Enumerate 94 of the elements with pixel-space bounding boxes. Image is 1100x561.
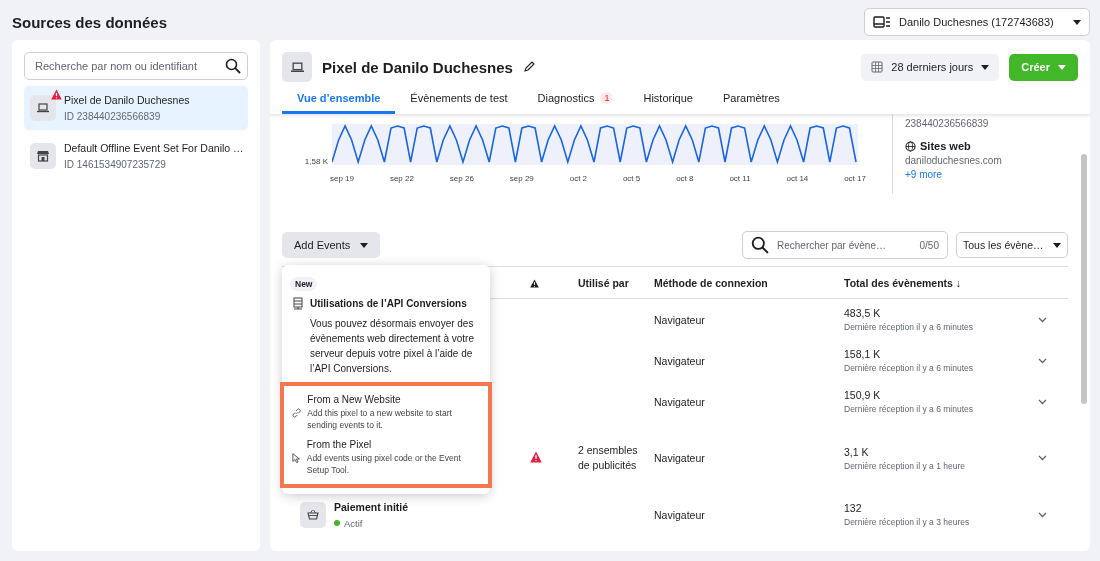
axis-label: oct 2 <box>569 174 588 183</box>
option-description: Add events using pixel code or the Event Setup Tool. <box>306 452 462 476</box>
connection-method: Navigateur <box>654 395 706 408</box>
scrollbar-thumb[interactable] <box>1081 154 1087 404</box>
calendar-icon <box>871 61 884 73</box>
connection-method: Navigateur <box>654 354 706 367</box>
connection-method: Navigateur <box>654 508 706 521</box>
last-received: Dernière réception il y a 6 minutes <box>844 404 974 414</box>
axis-label: sep 22 <box>389 174 414 183</box>
event-search-box[interactable]: Rechercher par évène… 0/50 <box>742 231 948 259</box>
link-icon <box>292 406 302 419</box>
tab[interactable]: Paramètres <box>708 86 795 114</box>
axis-label: sep 19 <box>330 174 355 183</box>
pencil-icon[interactable] <box>522 61 535 73</box>
search-icon <box>751 236 769 254</box>
laptop-icon <box>290 60 304 74</box>
caret-icon <box>981 64 990 70</box>
laptop-icon <box>37 102 49 114</box>
option-title: From the Pixel <box>306 439 373 450</box>
chevron-down-icon[interactable] <box>1038 511 1047 518</box>
axis-label: oct 14 <box>786 174 809 183</box>
source-name: Default Offline Event Set For Danilo … <box>64 142 244 154</box>
search-icon <box>225 58 241 74</box>
search-field[interactable]: Recherche par nom ou identifiant <box>33 59 225 73</box>
chevron-down-icon[interactable] <box>1038 357 1047 364</box>
warning-icon <box>530 278 539 288</box>
warning-icon <box>530 451 542 463</box>
chevron-down-icon[interactable] <box>1038 398 1047 405</box>
caret-icon <box>360 242 369 248</box>
data-source-item[interactable]: Default Offline Event Set For Danilo … ID 1461534907235729 <box>24 134 248 178</box>
character-counter: 0/50 <box>919 239 939 251</box>
account-icon <box>873 16 891 28</box>
axis-label: oct 5 <box>622 174 641 183</box>
last-received: Dernière réception il y a 3 heures <box>844 517 971 527</box>
pixel-id: 238440236566839 <box>905 118 990 129</box>
caret-icon <box>1073 19 1081 25</box>
source-name: Pixel de Danilo Duchesnes <box>64 94 190 106</box>
event-total: 3,1 K <box>844 445 870 458</box>
website-url: daniloduchesnes.com <box>905 155 1003 166</box>
used-by-text: 2 ensembles de publicités <box>578 443 638 473</box>
tab[interactable]: Historique <box>628 86 708 114</box>
source-id: ID 238440236566839 <box>64 111 162 122</box>
source-id: ID 1461534907235729 <box>64 159 167 170</box>
axis-label: oct 11 <box>729 174 751 183</box>
event-name: Paiement initié <box>334 500 409 513</box>
chevron-down-icon[interactable] <box>1038 455 1047 461</box>
tab[interactable]: Vue d’ensemble <box>282 86 396 114</box>
data-source-item[interactable]: Pixel de Danilo Duchesnes ID 238440236566839 <box>24 86 248 130</box>
new-badge: New <box>290 277 318 291</box>
tab[interactable]: Évènements de test <box>395 86 523 114</box>
event-status: Actif <box>334 517 409 529</box>
option-title: From a New Website <box>307 394 402 405</box>
storefront-icon <box>37 150 49 162</box>
event-search-field[interactable]: Rechercher par évène… <box>775 238 914 252</box>
cursor-icon <box>292 451 301 464</box>
menu-option[interactable]: From a New Website Add this pixel to a new website to start sending events to it. <box>284 390 488 435</box>
basket-icon <box>307 509 319 520</box>
event-filter-dropdown[interactable]: Tous les évène… <box>956 232 1068 258</box>
pixel-title: Pixel de Danilo Duchesnes <box>322 58 513 76</box>
page-title: Sources des données <box>12 13 168 31</box>
caret-icon <box>1053 242 1061 248</box>
websites-heading: Sites web <box>920 140 971 152</box>
connection-method: Navigateur <box>654 452 706 464</box>
option-description: Add this pixel to a new website to start sending events to it. <box>307 407 453 431</box>
event-total: 483,5 K <box>844 307 882 319</box>
column-header: Méthode de connexion <box>654 276 769 289</box>
tab[interactable]: Diagnostics 1 <box>522 86 629 114</box>
caret-icon <box>1058 64 1066 70</box>
last-received: Dernière réception il y a 1 heure <box>844 460 966 471</box>
server-icon <box>292 297 304 310</box>
event-total: 132 <box>844 502 863 514</box>
count-badge: 1 <box>600 92 614 104</box>
axis-label: 1,58 K <box>303 157 328 166</box>
axis-label: sep 26 <box>449 174 474 183</box>
globe-icon <box>905 140 916 152</box>
event-total: 158,1 K <box>844 348 882 360</box>
column-header: Total des évènements ↓ <box>844 276 963 289</box>
axis-label: oct 17 <box>844 174 866 183</box>
axis-label: sep 29 <box>509 174 534 183</box>
add-events-button[interactable]: Add Events <box>282 232 381 258</box>
more-websites-link[interactable]: +9 more <box>905 169 1068 180</box>
search-box[interactable]: Recherche par nom ou identifiant <box>24 52 248 80</box>
axis-label: oct 8 <box>676 174 694 183</box>
menu-description: Vous pouvez désormais envoyer des évènements web directement à votre serveur depuis votre pixel à l’aide de l’API Conversions. <box>310 317 474 376</box>
date-range-button[interactable]: 28 derniers jours <box>861 53 1000 81</box>
menu-option[interactable]: From the Pixel Add events using pixel code or the Event Setup Tool. <box>284 435 488 480</box>
connection-method: Navigateur <box>654 313 706 326</box>
chevron-down-icon[interactable] <box>1038 316 1047 323</box>
menu-title: Utilisations de l’API Conversions <box>310 298 467 309</box>
last-received: Dernière réception il y a 6 minutes <box>844 322 974 332</box>
column-header: Utilisé par <box>578 276 630 289</box>
event-total: 150,9 K <box>844 389 882 401</box>
account-selector[interactable]: Danilo Duchesnes (172743683) <box>864 8 1090 36</box>
last-received: Dernière réception il y a 6 minutes <box>844 363 974 373</box>
